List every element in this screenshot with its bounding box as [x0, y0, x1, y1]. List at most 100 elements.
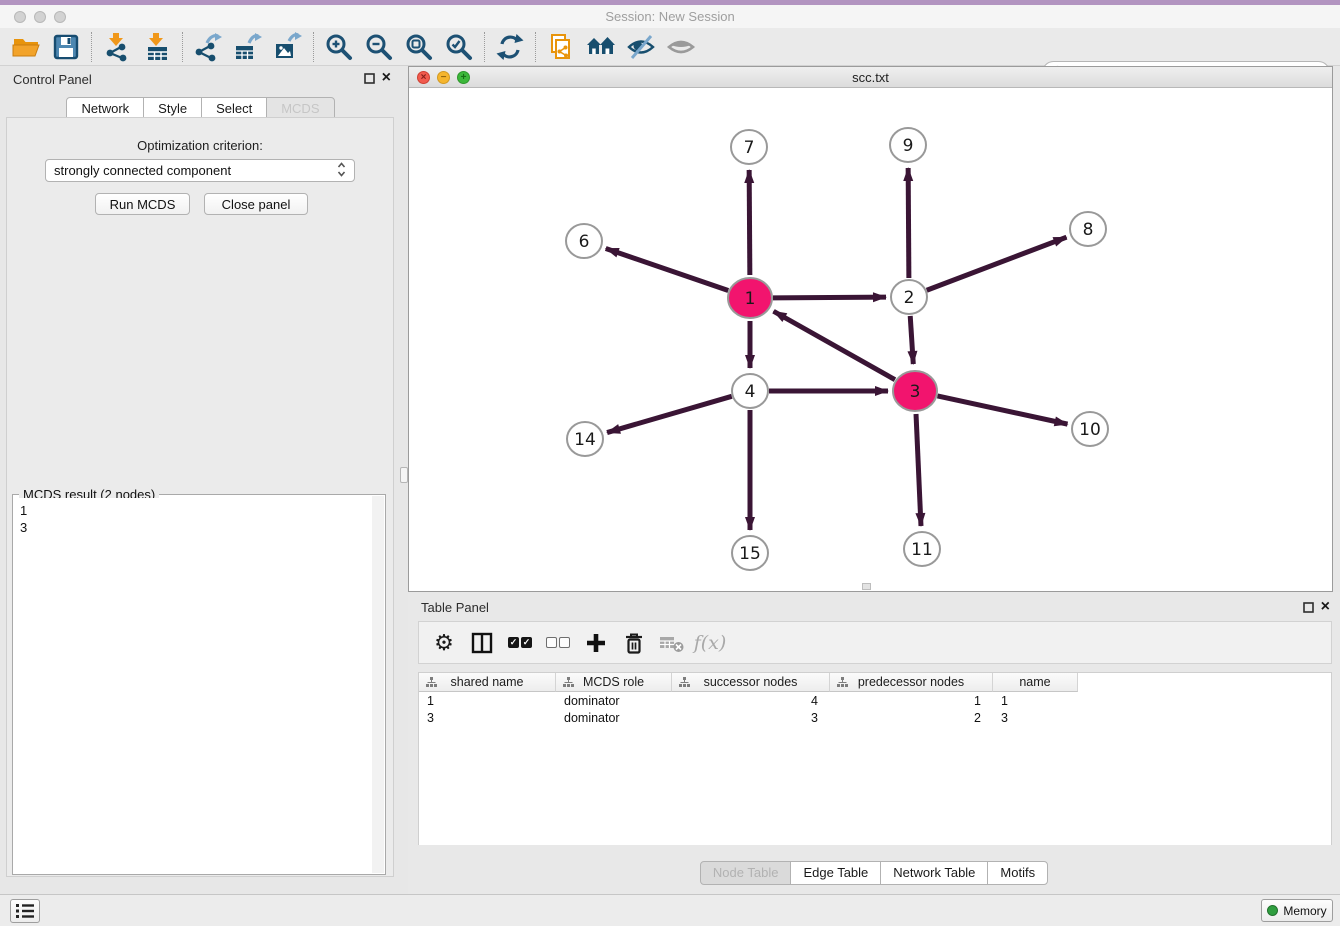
node-label-7: 7 [744, 138, 755, 158]
column-header-shared-name[interactable]: shared name [419, 673, 556, 692]
table-cell: 1 [419, 694, 556, 708]
memory-button[interactable]: Memory [1261, 899, 1333, 922]
select-all-button[interactable]: ✓✓ [503, 626, 537, 660]
table-row[interactable]: 1dominator411 [419, 692, 1331, 709]
open-session-button[interactable] [6, 30, 46, 64]
table-toolbar: ⚙ ✓✓ [418, 621, 1332, 664]
memory-status-icon [1267, 905, 1278, 916]
export-network-button[interactable] [188, 30, 228, 64]
table-cell: dominator [556, 711, 672, 725]
export-table-icon [233, 32, 263, 62]
edge-3-10[interactable] [937, 396, 1067, 424]
node-label-15: 15 [739, 544, 761, 564]
column-header-name[interactable]: name [993, 673, 1078, 692]
mcds-result-list[interactable]: 13 [14, 498, 372, 873]
delete-column-button[interactable] [617, 626, 651, 660]
zoom-selected-button[interactable] [439, 30, 479, 64]
node-table: shared name MCDS role successor nodesprede… [418, 672, 1332, 845]
edge-1-6[interactable] [606, 248, 728, 290]
table-cell: 1 [993, 694, 1078, 708]
show-all-icon [666, 32, 696, 62]
table-cell: dominator [556, 694, 672, 708]
export-table-button[interactable] [228, 30, 268, 64]
network-resize-grip[interactable] [862, 583, 871, 590]
delete-table-button[interactable] [655, 626, 689, 660]
column-header-successor-nodes[interactable]: successor nodes [672, 673, 830, 692]
show-column-panel-button[interactable] [465, 626, 499, 660]
toolbar-separator [182, 32, 183, 62]
close-panel-icon[interactable]: × [382, 71, 391, 85]
import-table-button[interactable] [137, 30, 177, 64]
edge-2-3[interactable] [910, 316, 913, 364]
fit-content-icon [404, 32, 434, 62]
table-cell: 2 [830, 711, 993, 725]
control-panel: Control Panel × NetworkStyleSelectMCDS O… [0, 66, 401, 894]
edge-1-7[interactable] [749, 170, 750, 275]
import-network-button[interactable] [97, 30, 137, 64]
export-image-button[interactable] [268, 30, 308, 64]
list-icon [14, 901, 36, 921]
result-line: 1 [20, 502, 372, 519]
task-history-button[interactable] [10, 899, 40, 923]
refresh-button[interactable] [490, 30, 530, 64]
network-window-titlebar[interactable]: × − + scc.txt [409, 67, 1332, 88]
tab-node-table[interactable]: Node Table [700, 861, 792, 885]
fit-content-button[interactable] [399, 30, 439, 64]
close-panel-button[interactable]: Close panel [204, 193, 308, 215]
zoom-in-icon [324, 32, 354, 62]
fx-icon: f(x) [694, 632, 727, 654]
zoom-out-icon [364, 32, 394, 62]
network-canvas[interactable]: 1234678910111415 [409, 88, 1332, 591]
edge-4-14[interactable] [607, 396, 732, 432]
float-table-panel-icon[interactable] [1303, 602, 1314, 613]
function-builder-button[interactable]: f(x) [693, 626, 727, 660]
column-hierarchy-icon [563, 677, 574, 688]
mcds-panel: Optimization criterion: strongly connect… [6, 117, 394, 877]
hide-selected-button[interactable] [621, 30, 661, 64]
column-label: MCDS role [583, 675, 644, 689]
main-toolbar [0, 28, 1340, 66]
table-panel: Table Panel × ⚙ ✓✓ [408, 592, 1340, 894]
session-title: Session: New Session [0, 9, 1340, 24]
tab-motifs[interactable]: Motifs [987, 861, 1048, 885]
column-header-predecessor-nodes[interactable]: predecessor nodes [830, 673, 993, 692]
criterion-dropdown[interactable]: strongly connected component [45, 159, 355, 182]
status-bar: Memory [0, 894, 1340, 926]
tab-edge-table[interactable]: Edge Table [790, 861, 881, 885]
edge-3-1[interactable] [774, 311, 895, 379]
node-label-9: 9 [903, 136, 914, 156]
close-table-panel-icon[interactable]: × [1321, 600, 1330, 614]
column-header-mcds-role[interactable]: MCDS role [556, 673, 672, 692]
table-cell: 3 [672, 711, 830, 725]
select-all-icon: ✓✓ [508, 637, 532, 648]
edge-2-8[interactable] [927, 237, 1067, 290]
tab-network-table[interactable]: Network Table [880, 861, 988, 885]
column-label: name [1019, 675, 1050, 689]
table-row[interactable]: 3dominator323 [419, 709, 1331, 726]
splitter-grip[interactable] [400, 467, 408, 483]
table-body: 1dominator4113dominator323 [419, 692, 1331, 726]
table-options-button[interactable]: ⚙ [427, 626, 461, 660]
first-neighbors-button[interactable] [581, 30, 621, 64]
gear-icon: ⚙ [434, 632, 454, 654]
column-hierarchy-icon [426, 677, 437, 688]
add-column-button[interactable] [579, 626, 613, 660]
table-header: shared name MCDS role successor nodesprede… [419, 673, 1331, 692]
edge-3-11[interactable] [916, 414, 921, 526]
edge-1-2[interactable] [773, 297, 886, 298]
toolbar-separator [535, 32, 536, 62]
network-window-title: scc.txt [409, 70, 1332, 85]
delete-table-icon [659, 631, 685, 655]
save-session-button[interactable] [46, 30, 86, 64]
zoom-in-button[interactable] [319, 30, 359, 64]
deselect-all-icon [546, 637, 570, 648]
float-panel-icon[interactable] [364, 73, 375, 84]
show-all-button[interactable] [661, 30, 701, 64]
zoom-out-button[interactable] [359, 30, 399, 64]
clone-network-button[interactable] [541, 30, 581, 64]
deselect-all-button[interactable] [541, 626, 575, 660]
run-mcds-button[interactable]: Run MCDS [95, 193, 190, 215]
result-scrollbar[interactable] [372, 496, 384, 873]
table-panel-title: Table Panel [421, 600, 489, 615]
edge-2-9[interactable] [908, 168, 909, 278]
